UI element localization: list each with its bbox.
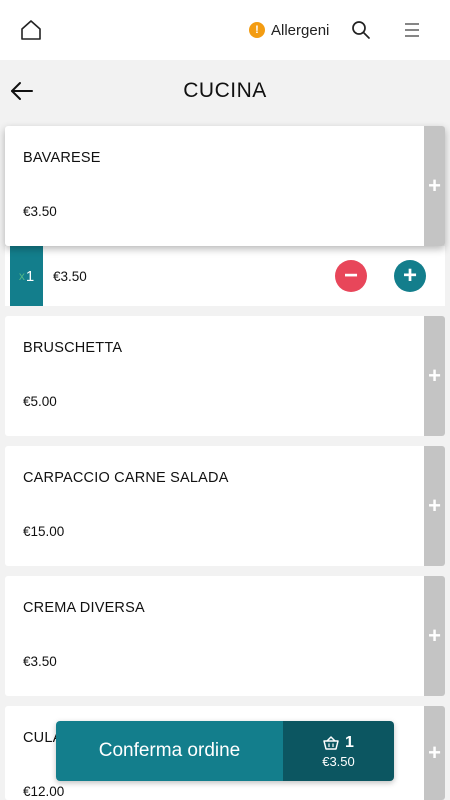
quantity-price: €3.50 <box>53 269 87 284</box>
add-to-cart-button[interactable]: + <box>424 576 445 696</box>
cart-count-row: 1 <box>323 734 354 752</box>
basket-icon <box>323 735 339 750</box>
confirm-order-button[interactable]: Conferma ordine <box>56 721 283 781</box>
product-card[interactable]: CARPACCIO CARNE SALADA €15.00 + <box>5 446 445 566</box>
home-icon[interactable] <box>20 19 42 41</box>
cart-total: €3.50 <box>322 753 355 769</box>
product-price: €5.00 <box>23 394 57 409</box>
quantity-value: 1 <box>25 267 35 285</box>
page-title: CUCINA <box>183 79 267 102</box>
cart-summary[interactable]: 1 €3.50 <box>283 721 394 781</box>
allergens-label: Allergeni <box>271 21 330 39</box>
quantity-prefix: x <box>18 269 25 283</box>
product-card[interactable]: BAVARESE €3.50 + <box>5 126 445 246</box>
product-name: CARPACCIO CARNE SALADA <box>23 470 229 486</box>
order-bar: Conferma ordine 1 €3.50 <box>56 721 394 781</box>
add-to-cart-button[interactable]: + <box>424 706 445 800</box>
alert-icon: ! <box>249 22 265 38</box>
decrease-quantity-button[interactable]: − <box>335 260 367 292</box>
product-name: BAVARESE <box>23 150 101 166</box>
product-price: €12.00 <box>23 784 65 799</box>
top-bar: ! Allergeni <box>0 0 450 60</box>
menu-icon[interactable] <box>404 22 420 38</box>
search-icon[interactable] <box>351 20 371 40</box>
add-to-cart-button[interactable]: + <box>424 126 445 246</box>
cart-count: 1 <box>345 733 354 751</box>
add-to-cart-button[interactable]: + <box>424 316 445 436</box>
allergens-link[interactable]: ! Allergeni <box>249 20 329 40</box>
section-header: CUCINA <box>0 60 450 122</box>
quantity-row: x 1 €3.50 − + <box>5 246 445 306</box>
product-name: CREMA DIVERSA <box>23 600 145 616</box>
product-price: €15.00 <box>23 524 65 539</box>
increase-quantity-button[interactable]: + <box>394 260 426 292</box>
quantity-badge: x 1 <box>10 246 43 306</box>
product-card[interactable]: BRUSCHETTA €5.00 + <box>5 316 445 436</box>
product-price: €3.50 <box>23 654 57 669</box>
product-card[interactable]: CREMA DIVERSA €3.50 + <box>5 576 445 696</box>
product-price: €3.50 <box>23 204 57 219</box>
add-to-cart-button[interactable]: + <box>424 446 445 566</box>
product-name: BRUSCHETTA <box>23 340 123 356</box>
